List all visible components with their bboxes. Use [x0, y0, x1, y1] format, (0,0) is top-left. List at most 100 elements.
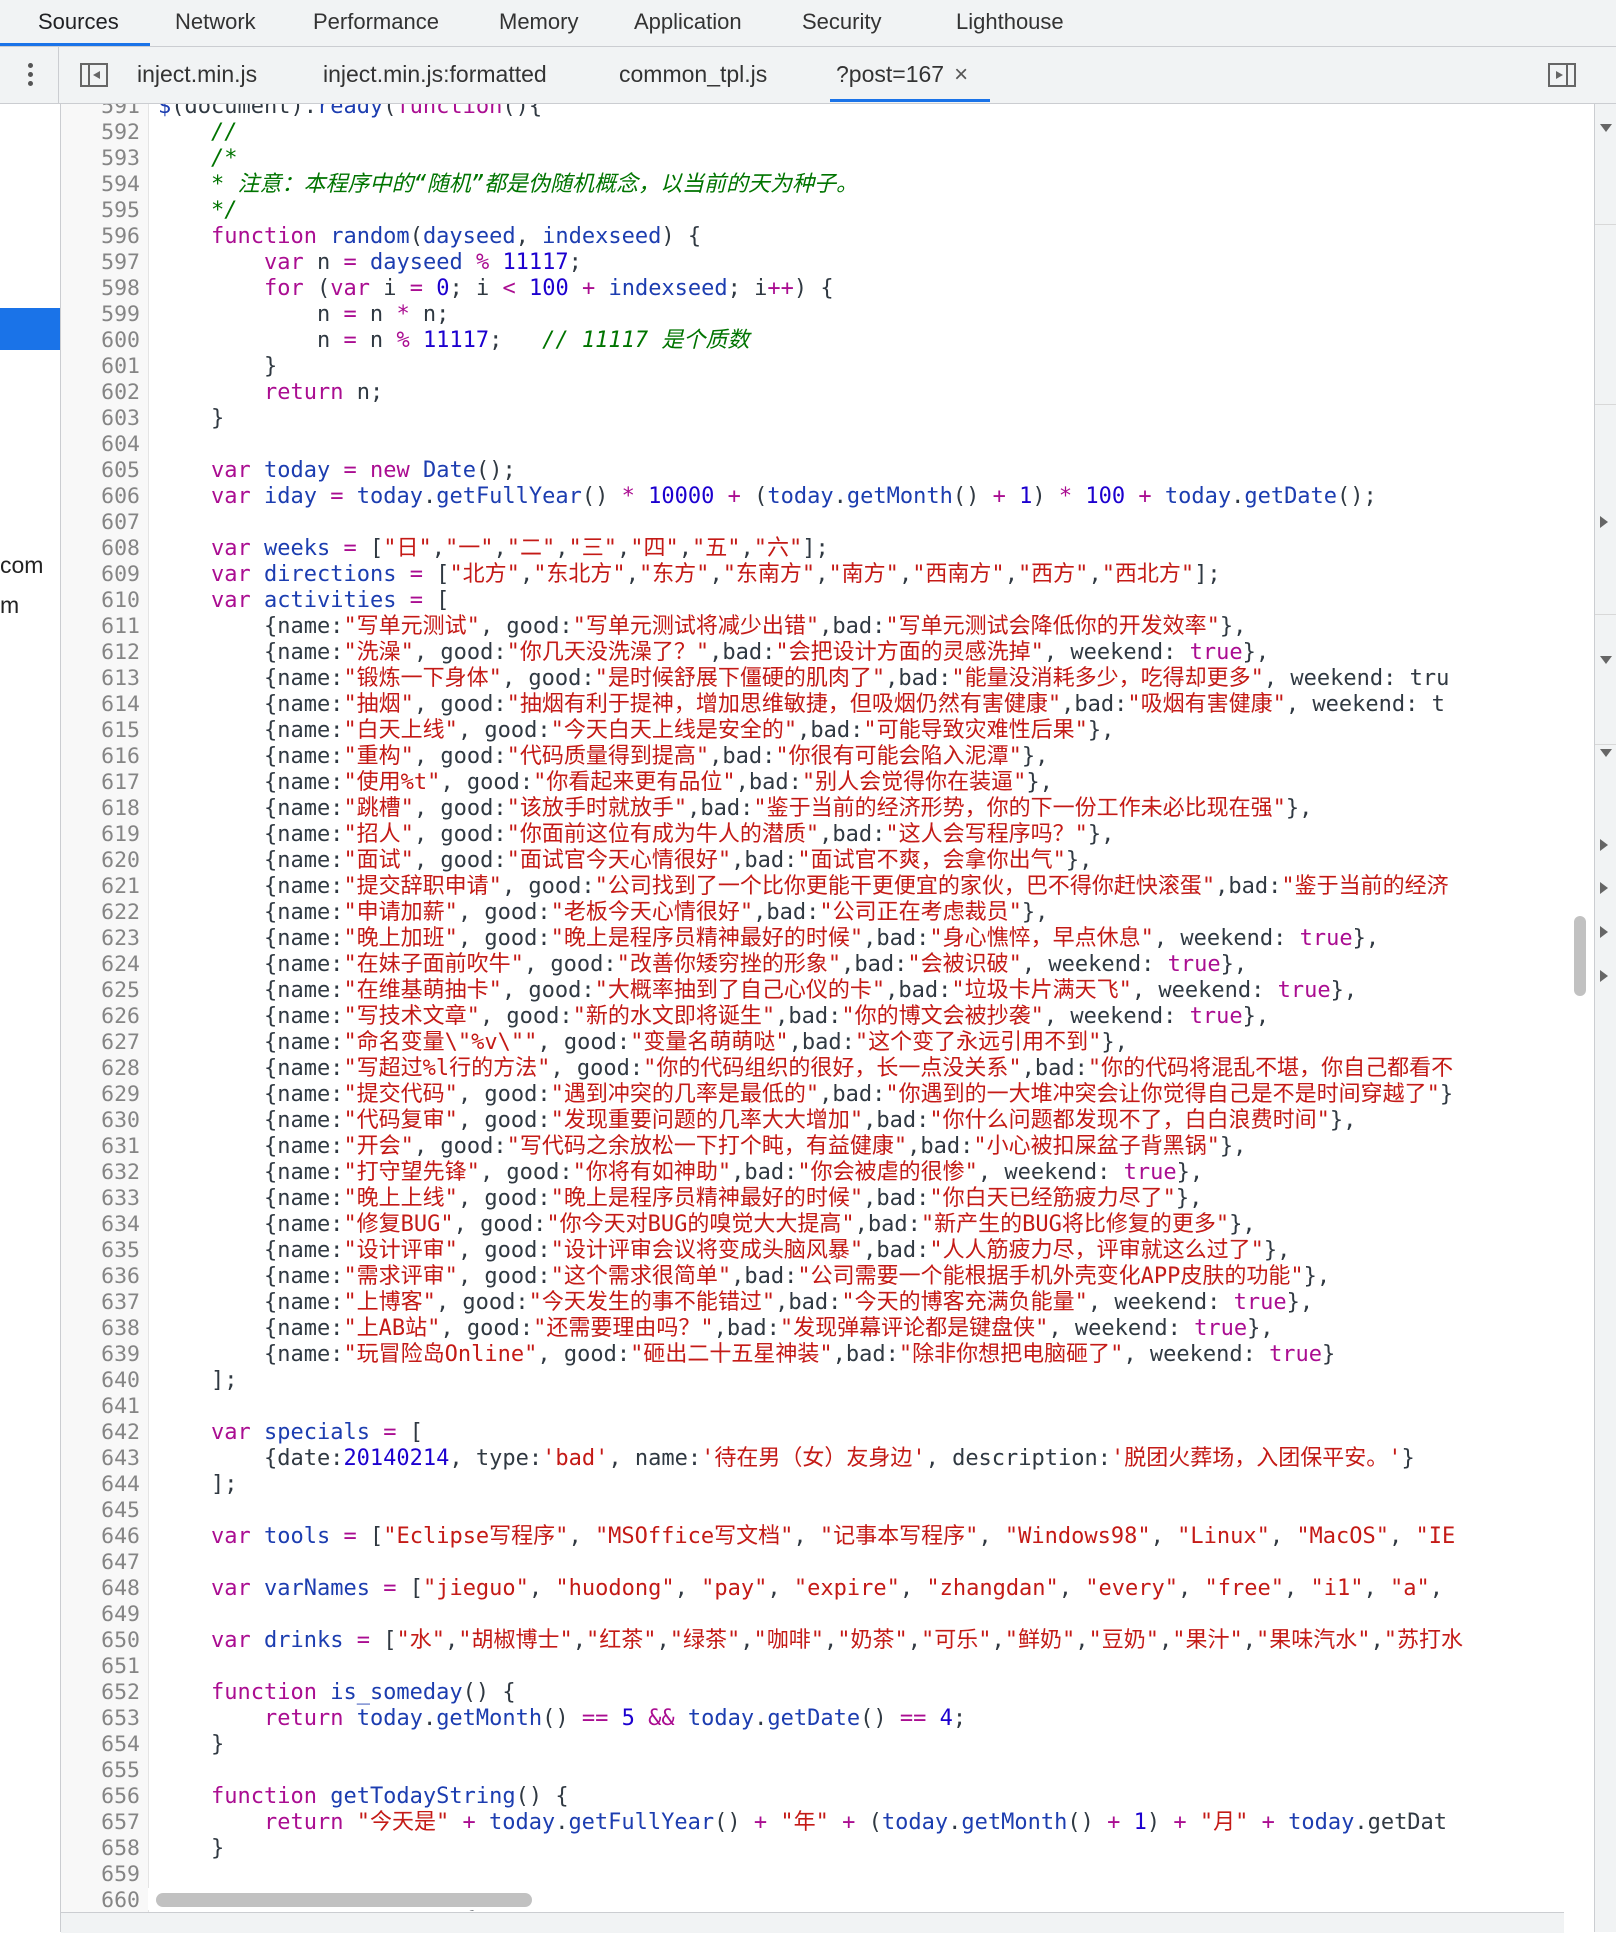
close-tab-icon[interactable]: × [954, 61, 968, 88]
more-options-icon[interactable] [20, 61, 40, 89]
line-number[interactable]: 658 [61, 1836, 140, 1862]
file-tab-inject-min[interactable]: inject.min.js [137, 47, 257, 103]
line-number[interactable]: 660 [61, 1888, 140, 1914]
line-number[interactable]: 596 [61, 224, 140, 250]
tab-memory[interactable]: Memory [499, 0, 578, 46]
file-tab-inject-formatted[interactable]: inject.min.js:formatted [323, 47, 547, 103]
active-tab-indicator [0, 43, 150, 46]
line-number[interactable]: 642 [61, 1420, 140, 1446]
line-number[interactable]: 643 [61, 1446, 140, 1472]
line-number[interactable]: 605 [61, 458, 140, 484]
line-number[interactable]: 614 [61, 692, 140, 718]
line-number[interactable]: 617 [61, 770, 140, 796]
line-number[interactable]: 657 [61, 1810, 140, 1836]
line-number[interactable]: 653 [61, 1706, 140, 1732]
vertical-scroll-thumb[interactable] [1574, 916, 1586, 996]
line-number[interactable]: 599 [61, 302, 140, 328]
tab-performance[interactable]: Performance [313, 0, 439, 46]
line-number[interactable]: 633 [61, 1186, 140, 1212]
tab-lighthouse[interactable]: Lighthouse [956, 0, 1064, 46]
line-number[interactable]: 624 [61, 952, 140, 978]
line-number[interactable]: 601 [61, 354, 140, 380]
line-number[interactable]: 640 [61, 1368, 140, 1394]
tab-network[interactable]: Network [175, 0, 256, 46]
line-number[interactable]: 623 [61, 926, 140, 952]
line-number[interactable]: 625 [61, 978, 140, 1004]
tab-security[interactable]: Security [802, 0, 881, 46]
line-number[interactable]: 652 [61, 1680, 140, 1706]
collapse-arrow-icon[interactable] [1600, 516, 1608, 528]
line-number[interactable]: 591 [61, 104, 140, 120]
collapse-arrow-icon[interactable] [1600, 839, 1608, 851]
line-number[interactable]: 635 [61, 1238, 140, 1264]
line-number[interactable]: 594 [61, 172, 140, 198]
line-number[interactable]: 647 [61, 1550, 140, 1576]
line-number[interactable]: 649 [61, 1602, 140, 1628]
line-number[interactable]: 615 [61, 718, 140, 744]
line-number[interactable]: 626 [61, 1004, 140, 1030]
line-number[interactable]: 630 [61, 1108, 140, 1134]
line-number[interactable]: 608 [61, 536, 140, 562]
line-number[interactable]: 619 [61, 822, 140, 848]
line-number[interactable]: 655 [61, 1758, 140, 1784]
line-number[interactable]: 648 [61, 1576, 140, 1602]
collapse-arrow-icon[interactable] [1600, 970, 1608, 982]
line-number[interactable]: 595 [61, 198, 140, 224]
line-number[interactable]: 621 [61, 874, 140, 900]
code-editor[interactable]: 591 $(document).ready(function(){592 //59… [61, 104, 1564, 1914]
line-number[interactable]: 620 [61, 848, 140, 874]
line-number[interactable]: 600 [61, 328, 140, 354]
line-number[interactable]: 602 [61, 380, 140, 406]
collapse-arrow-icon[interactable] [1600, 926, 1608, 938]
line-number[interactable]: 645 [61, 1498, 140, 1524]
horizontal-scroll-thumb[interactable] [156, 1893, 532, 1907]
line-number[interactable]: 646 [61, 1524, 140, 1550]
line-number[interactable]: 622 [61, 900, 140, 926]
tab-application[interactable]: Application [634, 0, 742, 46]
line-number[interactable]: 641 [61, 1394, 140, 1420]
line-number[interactable]: 636 [61, 1264, 140, 1290]
line-number[interactable]: 613 [61, 666, 140, 692]
line-number[interactable]: 659 [61, 1862, 140, 1888]
line-number[interactable]: 616 [61, 744, 140, 770]
line-number[interactable]: 627 [61, 1030, 140, 1056]
collapse-arrow-icon[interactable] [1600, 882, 1608, 894]
navigator-selected-item[interactable] [0, 308, 60, 350]
line-number[interactable]: 606 [61, 484, 140, 510]
line-number[interactable]: 637 [61, 1290, 140, 1316]
line-number[interactable]: 650 [61, 1628, 140, 1654]
line-number[interactable]: 628 [61, 1056, 140, 1082]
line-number[interactable]: 607 [61, 510, 140, 536]
line-number[interactable]: 612 [61, 640, 140, 666]
line-number[interactable]: 593 [61, 146, 140, 172]
line-number[interactable]: 656 [61, 1784, 140, 1810]
line-number[interactable]: 609 [61, 562, 140, 588]
line-number[interactable]: 651 [61, 1654, 140, 1680]
tab-sources[interactable]: Sources [38, 0, 119, 46]
line-number[interactable]: 629 [61, 1082, 140, 1108]
file-tab-post-167[interactable]: ?post=167 × [836, 47, 968, 103]
line-number[interactable]: 644 [61, 1472, 140, 1498]
line-number[interactable]: 603 [61, 406, 140, 432]
line-number[interactable]: 611 [61, 614, 140, 640]
line-number[interactable]: 610 [61, 588, 140, 614]
navigator-item[interactable]: m [0, 592, 19, 619]
line-number[interactable]: 638 [61, 1316, 140, 1342]
line-number[interactable]: 654 [61, 1732, 140, 1758]
expand-arrow-icon[interactable] [1600, 124, 1612, 132]
line-number[interactable]: 604 [61, 432, 140, 458]
navigator-item[interactable]: com [0, 552, 43, 579]
toggle-navigator-icon[interactable] [80, 63, 108, 87]
expand-arrow-icon[interactable] [1600, 656, 1612, 664]
line-number[interactable]: 632 [61, 1160, 140, 1186]
line-number[interactable]: 597 [61, 250, 140, 276]
line-number[interactable]: 634 [61, 1212, 140, 1238]
line-number[interactable]: 631 [61, 1134, 140, 1160]
expand-arrow-icon[interactable] [1600, 749, 1612, 757]
line-number[interactable]: 598 [61, 276, 140, 302]
line-number[interactable]: 618 [61, 796, 140, 822]
line-number[interactable]: 592 [61, 120, 140, 146]
line-number[interactable]: 639 [61, 1342, 140, 1368]
toggle-debugger-icon[interactable] [1548, 63, 1576, 87]
file-tab-common-tpl[interactable]: common_tpl.js [619, 47, 767, 103]
